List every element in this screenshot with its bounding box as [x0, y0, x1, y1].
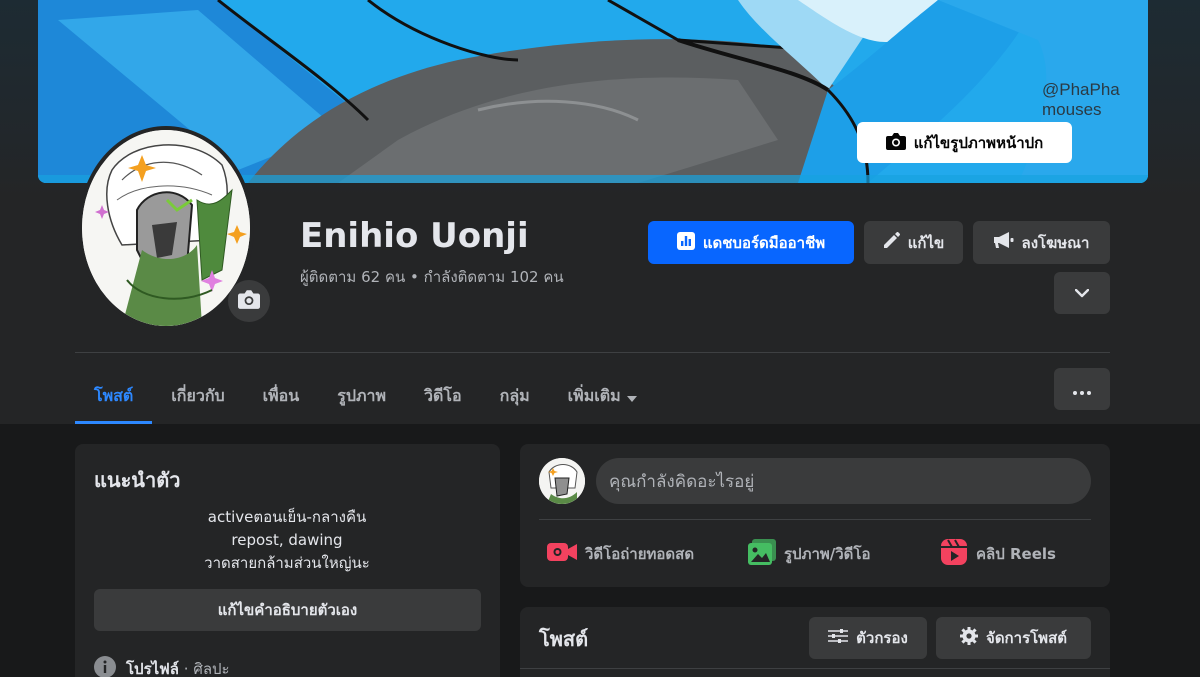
camera-icon — [885, 132, 906, 154]
gear-icon — [960, 627, 979, 649]
tab-label: โพสต์ — [94, 385, 134, 405]
tab-label: รูปภาพ — [337, 385, 387, 405]
posts-divider — [520, 668, 1110, 669]
photo-video-label: รูปภาพ/วิดีโอ — [784, 545, 871, 563]
edit-bio-label: แก้ไขคำอธิบายตัวเอง — [217, 601, 358, 619]
edit-bio-button[interactable]: แก้ไขคำอธิบายตัวเอง — [94, 589, 481, 631]
cover-watermark: @PhaPha mouses — [1042, 80, 1120, 120]
tab-more[interactable]: เพิ่มเติม — [549, 368, 656, 424]
edit-label: แก้ไข — [907, 233, 945, 252]
filter-icon — [828, 628, 849, 648]
professional-dashboard-button[interactable]: แดชบอร์ดมืออาชีพ — [648, 221, 854, 264]
post-composer: คุณกำลังคิดอะไรอยู่ วิดีโอถ่ายทอดสด รูปภ… — [520, 444, 1110, 587]
profile-label: โปรไฟล์ — [126, 660, 179, 677]
bio-line: วาดสายกล้ามส่วนใหญ่นะ — [204, 554, 370, 572]
caret-down-icon — [626, 387, 637, 406]
edit-cover-label: แก้ไขรูปภาพหน้าปก — [913, 133, 1044, 152]
reels-label: คลิป Reels — [976, 545, 1056, 563]
photo-icon — [748, 539, 776, 569]
megaphone-icon — [993, 232, 1014, 253]
reels-button[interactable]: คลิป Reels — [940, 534, 1056, 574]
tab-label: เกี่ยวกับ — [171, 385, 225, 405]
followers-count[interactable]: ผู้ติดตาม 62 คน • กำลังติดตาม 102 คน — [300, 266, 590, 288]
live-video-icon — [547, 541, 577, 567]
composer-input[interactable]: คุณกำลังคิดอะไรอยู่ — [596, 458, 1091, 504]
tab-posts[interactable]: โพสต์ — [75, 368, 153, 424]
info-icon — [94, 656, 116, 677]
profile-category: โปรไฟล์ · ศิลปะ — [94, 656, 230, 677]
dashboard-label: แดชบอร์ดมืออาชีพ — [702, 233, 826, 252]
live-video-button[interactable]: วิดีโอถ่ายทอดสด — [547, 534, 694, 574]
pencil-icon — [883, 232, 900, 253]
chevron-down-icon — [1074, 284, 1090, 302]
tab-label: กลุ่ม — [499, 385, 530, 405]
filter-button[interactable]: ตัวกรอง — [809, 617, 927, 659]
tab-label: เพื่อน — [262, 385, 300, 405]
bio-line: activeตอนเย็น-กลางคืน — [207, 508, 367, 526]
manage-posts-button[interactable]: จัดการโพสต์ — [936, 617, 1091, 659]
header-divider — [75, 352, 1110, 353]
intro-title: แนะนำตัว — [94, 468, 181, 492]
posts-card: โพสต์ ตัวกรอง จัดการโพสต์ — [520, 607, 1110, 677]
composer-placeholder: คุณกำลังคิดอะไรอยู่ — [609, 471, 755, 492]
dashboard-icon — [676, 231, 695, 254]
tab-about[interactable]: เกี่ยวกับ — [152, 368, 243, 424]
advertise-label: ลงโฆษณา — [1021, 233, 1090, 252]
tab-friends[interactable]: เพื่อน — [244, 368, 319, 424]
category-label: · ศิลปะ — [183, 660, 230, 677]
photo-video-button[interactable]: รูปภาพ/วิดีโอ — [748, 534, 870, 574]
profile-name: Enihio Uonji — [300, 216, 529, 256]
edit-profile-button[interactable]: แก้ไข — [864, 221, 963, 264]
update-avatar-button[interactable] — [228, 280, 270, 322]
manage-posts-label: จัดการโพสต์ — [986, 629, 1067, 647]
tab-videos[interactable]: วิดีโอ — [405, 368, 481, 424]
bio-text: activeตอนเย็น-กลางคืน repost, dawing วาด… — [75, 506, 499, 575]
camera-icon — [238, 289, 260, 313]
avatar-artwork — [82, 130, 250, 326]
bio-line: repost, dawing — [231, 531, 343, 549]
filter-label: ตัวกรอง — [856, 629, 908, 647]
more-options-button[interactable] — [1054, 272, 1110, 314]
profile-tabs: โพสต์ เกี่ยวกับ เพื่อน รูปภาพ วิดีโอ กลุ… — [75, 368, 656, 424]
reels-icon — [940, 538, 968, 570]
tabs-overflow-button[interactable] — [1054, 368, 1110, 410]
tab-label: วิดีโอ — [424, 385, 462, 405]
watermark-line: @PhaPha — [1042, 80, 1120, 99]
edit-cover-button[interactable]: แก้ไขรูปภาพหน้าปก — [857, 122, 1072, 163]
tab-label: เพิ่มเติม — [567, 385, 621, 405]
ellipsis-icon — [1073, 380, 1091, 399]
posts-title: โพสต์ — [539, 627, 589, 651]
intro-card: แนะนำตัว activeตอนเย็น-กลางคืน repost, d… — [75, 444, 500, 677]
watermark-line: mouses — [1042, 100, 1102, 119]
tab-photos[interactable]: รูปภาพ — [318, 368, 405, 424]
advertise-button[interactable]: ลงโฆษณา — [973, 221, 1110, 264]
tab-groups[interactable]: กลุ่ม — [481, 368, 549, 424]
live-video-label: วิดีโอถ่ายทอดสด — [585, 545, 695, 563]
avatar[interactable] — [539, 458, 585, 504]
composer-divider — [539, 519, 1091, 520]
